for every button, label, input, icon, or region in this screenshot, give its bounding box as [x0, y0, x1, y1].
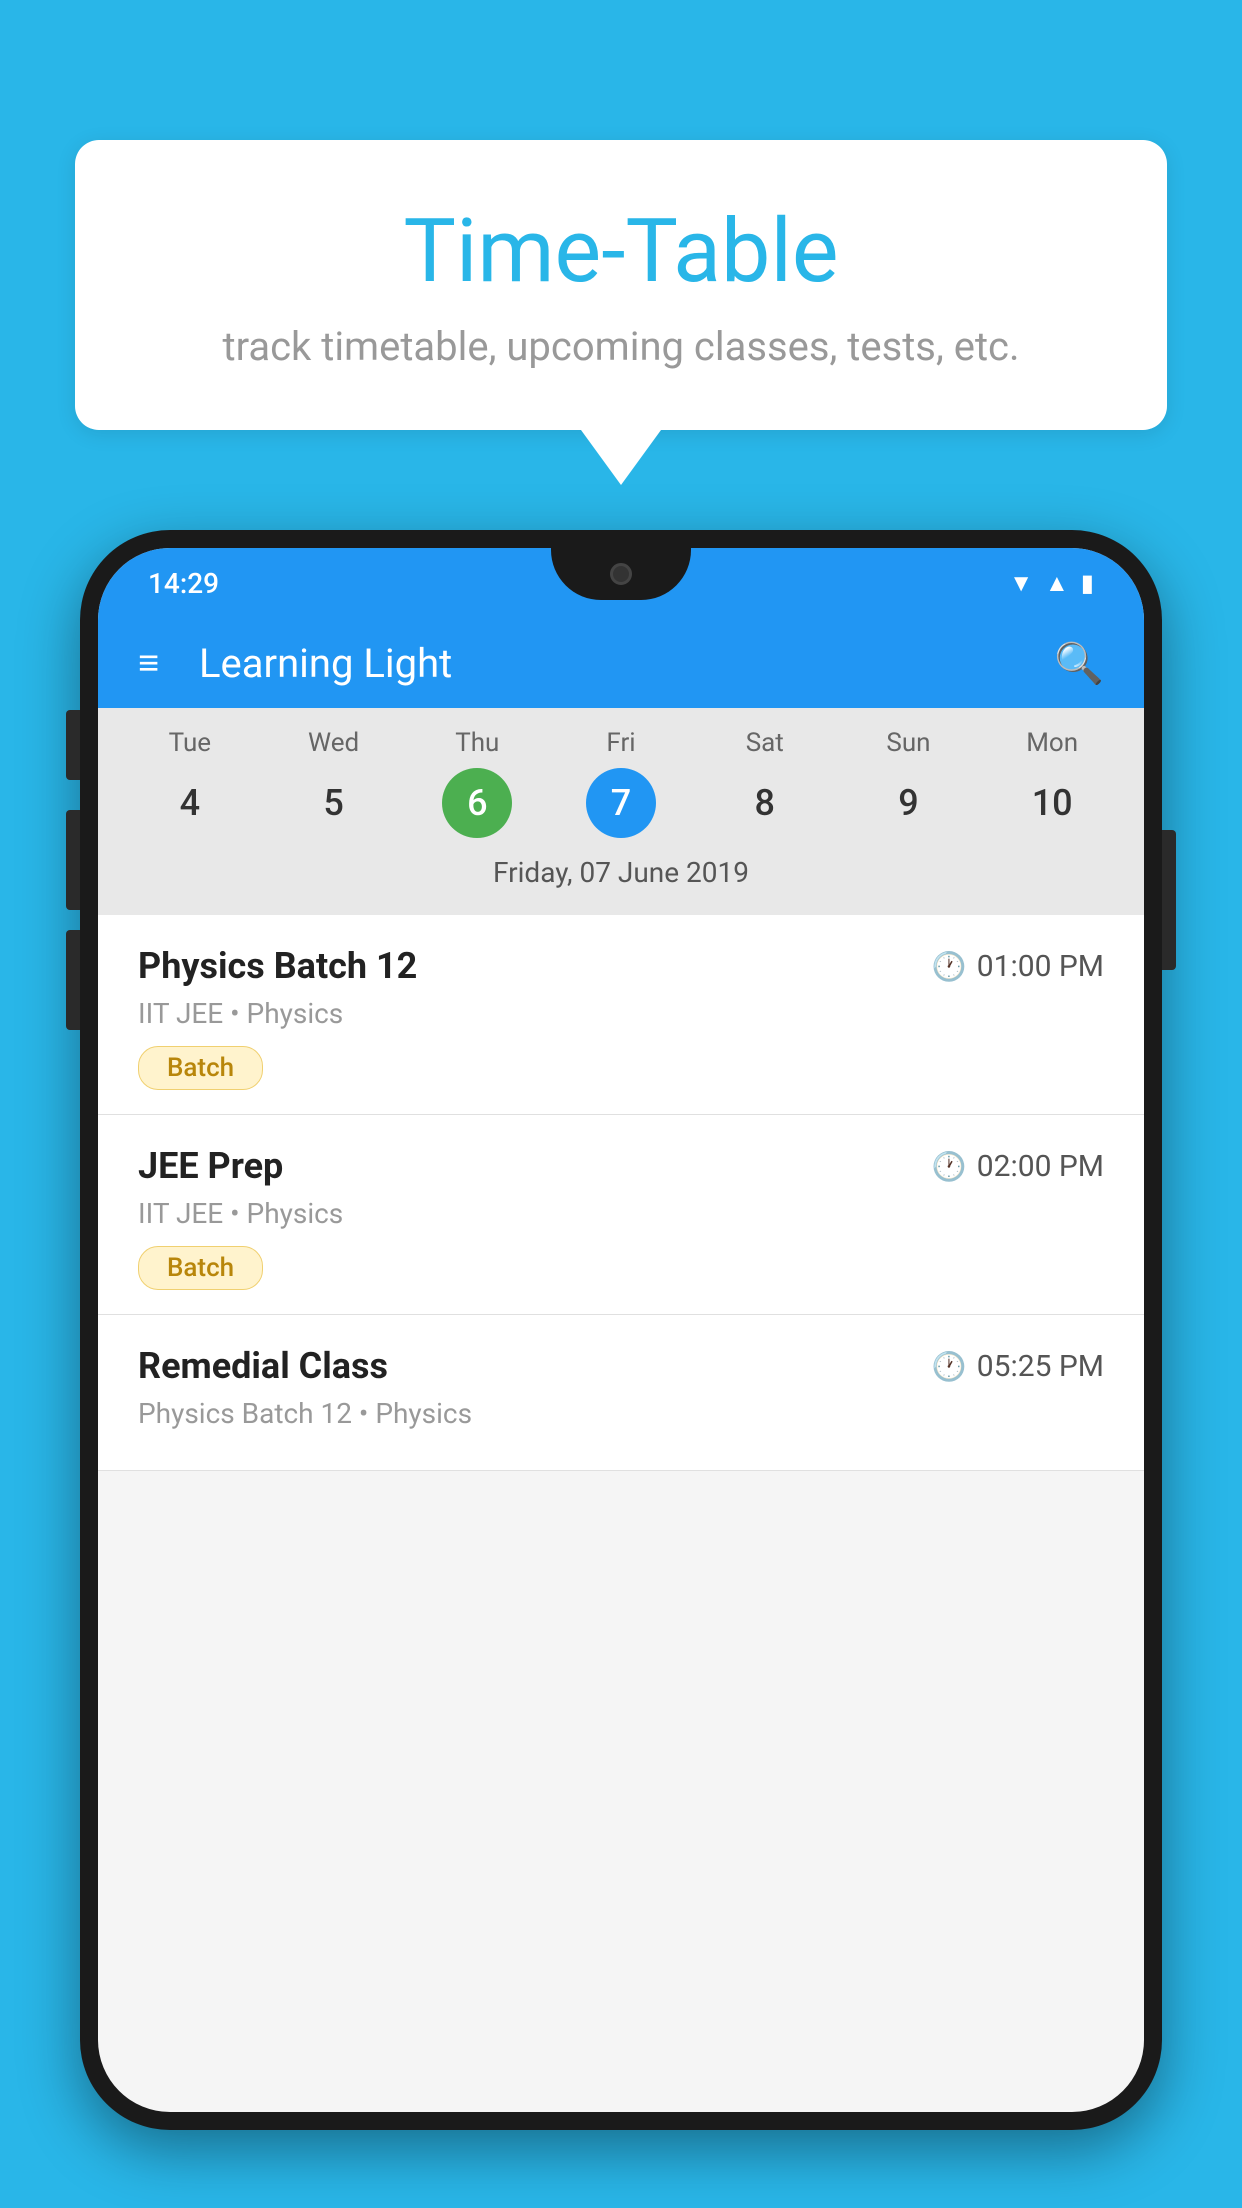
side-button-extra: [66, 930, 80, 1030]
item-header-2: Remedial Class 🕐 05:25 PM: [138, 1345, 1104, 1387]
side-button-volume-up: [66, 710, 80, 780]
day-header-mon: Mon: [980, 728, 1124, 758]
item-time-1: 🕐 02:00 PM: [932, 1149, 1104, 1184]
day-num-9[interactable]: 9: [837, 768, 981, 838]
day-num-6[interactable]: 6: [405, 768, 549, 838]
day-num-7[interactable]: 7: [549, 768, 693, 838]
schedule-item-0[interactable]: Physics Batch 12 🕐 01:00 PM IIT JEE • Ph…: [98, 915, 1144, 1115]
wifi-icon: ▼: [1009, 569, 1033, 598]
day-num-10[interactable]: 10: [980, 768, 1124, 838]
battery-icon: ▮: [1081, 569, 1094, 597]
search-icon[interactable]: 🔍: [1054, 640, 1104, 687]
item-title-2: Remedial Class: [138, 1345, 388, 1387]
day-num-4[interactable]: 4: [118, 768, 262, 838]
day-numbers: 45678910: [98, 768, 1144, 838]
bubble-subtitle: track timetable, upcoming classes, tests…: [155, 323, 1087, 370]
batch-badge-1: Batch: [138, 1246, 263, 1290]
camera: [610, 563, 632, 585]
day-header-wed: Wed: [262, 728, 406, 758]
hamburger-menu-icon[interactable]: ≡: [138, 642, 159, 684]
day-num-5[interactable]: 5: [262, 768, 406, 838]
schedule-item-2[interactable]: Remedial Class 🕐 05:25 PM Physics Batch …: [98, 1315, 1144, 1471]
calendar-strip: TueWedThuFriSatSunMon 45678910 Friday, 0…: [98, 708, 1144, 915]
item-subtitle-0: IIT JEE • Physics: [138, 997, 1104, 1030]
day-header-tue: Tue: [118, 728, 262, 758]
app-header: ≡ Learning Light 🔍: [98, 618, 1144, 708]
signal-icon: ▲: [1045, 569, 1069, 598]
schedule-item-1[interactable]: JEE Prep 🕐 02:00 PM IIT JEE • Physics Ba…: [98, 1115, 1144, 1315]
phone-outer: 14:29 ▼ ▲ ▮ ≡ Learning Light 🔍: [80, 530, 1162, 2130]
day-num-8[interactable]: 8: [693, 768, 837, 838]
batch-badge-0: Batch: [138, 1046, 263, 1090]
speech-bubble-container: Time-Table track timetable, upcoming cla…: [75, 140, 1167, 485]
day-header-sun: Sun: [837, 728, 981, 758]
day-header-thu: Thu: [405, 728, 549, 758]
day-header-fri: Fri: [549, 728, 693, 758]
side-button-power: [1162, 830, 1176, 970]
day-headers: TueWedThuFriSatSunMon: [98, 728, 1144, 758]
clock-icon-0: 🕐: [932, 950, 967, 983]
item-header-0: Physics Batch 12 🕐 01:00 PM: [138, 945, 1104, 987]
item-subtitle-1: IIT JEE • Physics: [138, 1197, 1104, 1230]
status-icons: ▼ ▲ ▮: [1009, 569, 1094, 598]
clock-icon-2: 🕐: [932, 1350, 967, 1383]
status-bar: 14:29 ▼ ▲ ▮: [98, 548, 1144, 618]
side-button-volume-down: [66, 810, 80, 910]
status-time: 14:29: [148, 567, 219, 600]
selected-date-label: Friday, 07 June 2019: [98, 848, 1144, 905]
item-time-0: 🕐 01:00 PM: [932, 949, 1104, 984]
item-title-0: Physics Batch 12: [138, 945, 417, 987]
item-time-2: 🕐 05:25 PM: [932, 1349, 1104, 1384]
phone-screen: 14:29 ▼ ▲ ▮ ≡ Learning Light 🔍: [98, 548, 1144, 2112]
schedule-list: Physics Batch 12 🕐 01:00 PM IIT JEE • Ph…: [98, 915, 1144, 1471]
item-header-1: JEE Prep 🕐 02:00 PM: [138, 1145, 1104, 1187]
phone-mockup: 14:29 ▼ ▲ ▮ ≡ Learning Light 🔍: [80, 530, 1162, 2208]
item-title-1: JEE Prep: [138, 1145, 283, 1187]
bubble-arrow: [581, 430, 661, 485]
clock-icon-1: 🕐: [932, 1150, 967, 1183]
bubble-title: Time-Table: [155, 200, 1087, 303]
speech-bubble: Time-Table track timetable, upcoming cla…: [75, 140, 1167, 430]
app-title: Learning Light: [199, 640, 1054, 687]
day-header-sat: Sat: [693, 728, 837, 758]
item-subtitle-2: Physics Batch 12 • Physics: [138, 1397, 1104, 1430]
notch-cutout: [551, 548, 691, 600]
